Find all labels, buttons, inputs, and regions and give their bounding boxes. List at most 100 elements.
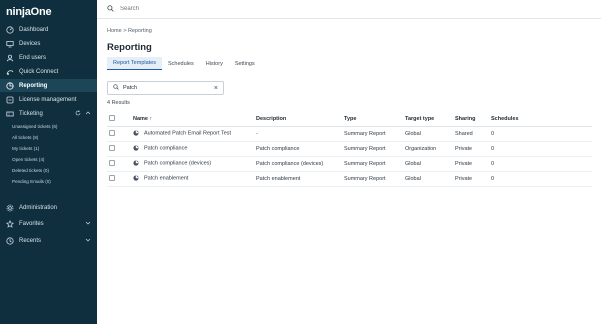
refresh-icon[interactable] <box>75 110 81 118</box>
row-description: Patch compliance <box>254 141 342 157</box>
sidebar-item-quick-connect[interactable]: Quick Connect <box>0 65 97 78</box>
row-name[interactable]: Automated Patch Email Report Test <box>144 131 231 137</box>
row-type: Summary Report <box>342 156 403 172</box>
template-search-input[interactable] <box>123 85 213 91</box>
sidebar-item-administration[interactable]: Administration <box>0 201 97 214</box>
clear-search-icon[interactable]: × <box>214 85 218 92</box>
sidebar-item-license-management[interactable]: License management <box>0 93 97 106</box>
reporting-icon <box>6 81 14 90</box>
chevron-down-icon[interactable] <box>85 237 91 245</box>
report-template-icon <box>133 175 139 181</box>
select-all-cell <box>107 113 131 127</box>
sidebar-item-label: Favorites <box>19 220 44 227</box>
sidebar-item-dashboard[interactable]: Dashboard <box>0 23 97 36</box>
quick-connect-icon <box>6 68 14 76</box>
row-checkbox[interactable] <box>109 144 115 151</box>
row-checkbox[interactable] <box>109 159 115 166</box>
row-target-type: Global <box>403 171 453 187</box>
sidebar-item-label: Devices <box>19 40 41 47</box>
table-row[interactable]: Patch compliance Patch compliance Summar… <box>107 141 592 157</box>
sidebar-subitem-deleted-tickets[interactable]: Deleted tickets (0) <box>12 168 49 173</box>
ninjaone-logo[interactable]: ninjaOne <box>6 6 52 18</box>
row-type: Summary Report <box>342 126 403 142</box>
breadcrumb-home[interactable]: Home <box>107 28 122 34</box>
row-name[interactable]: Patch compliance <box>144 146 187 152</box>
row-checkbox[interactable] <box>109 129 115 136</box>
chevron-down-icon[interactable] <box>85 220 91 228</box>
column-header-type[interactable]: Type <box>342 113 403 127</box>
row-type: Summary Report <box>342 141 403 157</box>
report-templates-table: Name ↑ Description Type Target type Shar… <box>107 113 592 187</box>
sidebar-item-reporting[interactable]: Reporting <box>0 79 97 92</box>
sidebar-item-devices[interactable]: Devices <box>0 37 97 50</box>
column-header-schedules[interactable]: Schedules <box>489 113 592 127</box>
sidebar-item-end-users[interactable]: End users <box>0 51 97 64</box>
row-description: - <box>254 126 342 142</box>
table-row[interactable]: Patch enablement Patch enablement Summar… <box>107 171 592 187</box>
license-icon <box>6 96 14 104</box>
row-schedules: 0 <box>489 126 592 142</box>
sidebar-item-label: End users <box>19 54 47 61</box>
column-header-name[interactable]: Name ↑ <box>131 113 254 127</box>
tab-bar: Report Templates Schedules History Setti… <box>107 57 261 70</box>
sidebar-item-label: Ticketing <box>19 110 43 117</box>
favorites-icon <box>6 219 14 228</box>
chevron-up-icon[interactable] <box>85 110 91 118</box>
table-row[interactable]: Automated Patch Email Report Test - Summ… <box>107 126 592 142</box>
search-icon <box>107 4 120 14</box>
report-template-icon <box>133 130 139 136</box>
sidebar-item-label: Recents <box>19 237 42 244</box>
sidebar-item-ticketing[interactable]: Ticketing <box>0 107 97 120</box>
sidebar-item-label: Quick Connect <box>19 68 59 75</box>
template-search-box: × <box>107 81 224 95</box>
breadcrumb: Home > Reporting <box>107 28 152 34</box>
sidebar-subitem-my-tickets[interactable]: My tickets (1) <box>12 146 39 151</box>
tab-settings[interactable]: Settings <box>229 57 261 70</box>
tab-report-templates[interactable]: Report Templates <box>107 57 163 70</box>
sidebar-item-label: Reporting <box>19 82 48 89</box>
row-type: Summary Report <box>342 171 403 187</box>
row-checkbox[interactable] <box>109 174 115 181</box>
sidebar-subitem-open-tickets[interactable]: Open tickets (4) <box>12 157 44 162</box>
results-count: 4 Results <box>107 100 130 106</box>
global-search-input[interactable] <box>120 6 320 12</box>
table-row[interactable]: Patch compliance (devices) Patch complia… <box>107 156 592 172</box>
breadcrumb-separator: > <box>123 28 127 34</box>
tab-history[interactable]: History <box>200 57 229 70</box>
tab-schedules[interactable]: Schedules <box>162 57 200 70</box>
users-icon <box>6 54 14 62</box>
devices-icon <box>6 40 14 48</box>
select-all-checkbox[interactable] <box>109 115 115 122</box>
sidebar-subitem-unassigned-tickets[interactable]: Unassigned tickets (6) <box>12 124 57 129</box>
row-schedules: 0 <box>489 141 592 157</box>
sort-ascending-icon: ↑ <box>149 116 153 123</box>
sidebar-subitem-all-tickets[interactable]: All tickets (8) <box>12 135 38 140</box>
row-sharing: Private <box>453 171 489 187</box>
dashboard-icon <box>6 25 14 34</box>
row-sharing: Private <box>453 156 489 172</box>
row-schedules: 0 <box>489 171 592 187</box>
sidebar-item-recents[interactable]: Recents <box>0 234 97 247</box>
row-sharing: Private <box>453 141 489 157</box>
recents-icon <box>6 236 14 245</box>
ticketing-icon <box>6 110 14 118</box>
row-description: Patch compliance (devices) <box>254 156 342 172</box>
sidebar: ninjaOne Dashboard Devices End users Qui… <box>0 0 97 324</box>
report-template-icon <box>133 160 139 166</box>
administration-icon <box>6 204 14 212</box>
row-sharing: Shared <box>453 126 489 142</box>
row-target-type: Global <box>403 126 453 142</box>
sidebar-item-label: Administration <box>19 204 58 211</box>
column-header-sharing[interactable]: Sharing <box>453 113 489 127</box>
sidebar-item-favorites[interactable]: Favorites <box>0 217 97 230</box>
row-name[interactable]: Patch compliance (devices) <box>144 161 211 167</box>
row-schedules: 0 <box>489 156 592 172</box>
table-header-row: Name ↑ Description Type Target type Shar… <box>107 113 592 127</box>
sidebar-item-label: Dashboard <box>19 26 49 33</box>
column-header-target-type[interactable]: Target type <box>403 113 453 127</box>
column-header-description[interactable]: Description <box>254 113 342 127</box>
sidebar-subitem-pending-emails[interactable]: Pending Emails (0) <box>12 179 51 184</box>
row-name[interactable]: Patch enablement <box>144 176 188 182</box>
page-title: Reporting <box>107 42 152 53</box>
report-template-icon <box>133 145 139 151</box>
